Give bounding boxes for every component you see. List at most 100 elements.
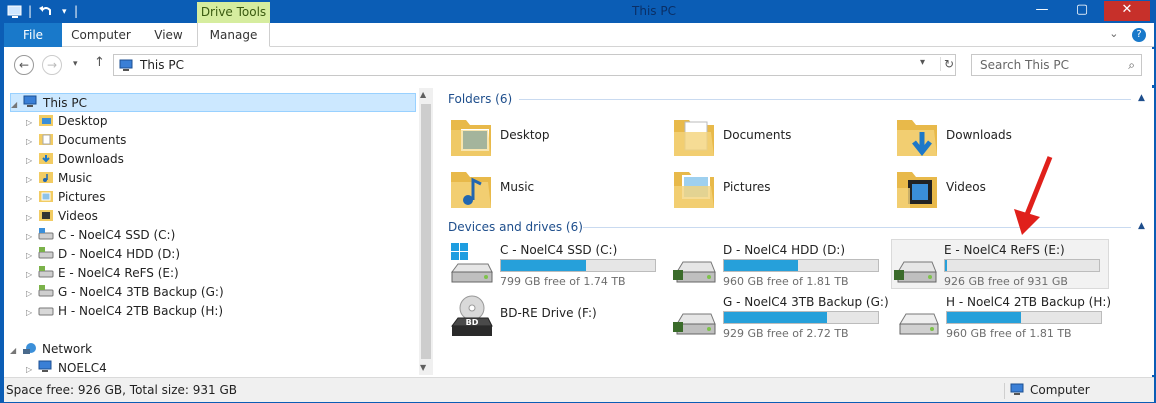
maximize-button[interactable]: ▢ [1062,1,1102,21]
tree-item-pictures[interactable]: ▷ Pictures [26,188,106,207]
tab-file[interactable]: File [4,23,62,47]
drive-name: D - NoelC4 HDD (D:) [723,243,846,257]
tree-item-music[interactable]: ▷ Music [26,169,92,188]
refresh-icon[interactable]: ↻ [940,57,956,71]
tree-item-drive-h[interactable]: ▷ H - NoelC4 2TB Backup (H:) [26,302,223,321]
expand-icon[interactable]: ▷ [26,170,36,189]
drive-g[interactable]: G - NoelC4 3TB Backup (G:) 929 GB free o… [671,292,891,342]
expand-icon[interactable]: ▷ [26,360,36,375]
tree-item-downloads[interactable]: ▷ Downloads [26,150,124,169]
tree-item-label: Downloads [58,152,124,166]
expand-icon[interactable]: ▷ [26,113,36,132]
tree-item-label: Documents [58,133,127,147]
address-dropdown-icon[interactable]: ▾ [920,57,934,68]
group-divider [519,99,1131,100]
expand-ribbon-icon[interactable]: ⌄ [1109,27,1118,40]
close-button[interactable]: ✕ [1104,1,1150,21]
folder-documents[interactable]: Documents [671,112,891,162]
expand-icon[interactable]: ▷ [26,208,36,227]
tree-item-label: Pictures [58,190,106,204]
tree-item-network[interactable]: ◢ Network [10,340,92,359]
address-bar[interactable]: This PC ▾ ↻ [113,54,956,76]
folder-pictures-icon [39,191,53,202]
address-path: This PC [140,58,184,72]
expand-icon[interactable]: ▷ [26,265,36,284]
folders-group-header[interactable]: Folders (6) [448,92,512,110]
status-bar: Space free: 926 GB, Total size: 931 GB C… [4,377,1154,402]
tab-view[interactable]: View [140,23,197,47]
annotation-arrow-icon [1014,156,1053,235]
tree-item-drive-c[interactable]: ▷ C - NoelC4 SSD (C:) [26,226,175,245]
drive-g-icon [673,313,716,335]
forward-button[interactable]: → [42,55,62,75]
drive-d[interactable]: D - NoelC4 HDD (D:) 960 GB free of 1.81 … [671,240,891,290]
drive-usage-fill [945,260,947,271]
expand-icon[interactable]: ▷ [26,284,36,303]
expand-icon[interactable]: ▷ [26,246,36,265]
tree-item-label: Network [42,342,93,356]
collapse-group-icon[interactable]: ▲ [1138,93,1145,103]
drive-c[interactable]: C - NoelC4 SSD (C:) 799 GB free of 1.74 … [448,240,668,290]
collapse-group-icon[interactable]: ▲ [1138,221,1145,231]
expand-icon[interactable]: ▷ [26,227,36,246]
tree-item-documents[interactable]: ▷ Documents [26,131,126,150]
drive-e[interactable]: E - NoelC4 ReFS (E:) 926 GB free of 931 … [891,239,1109,289]
folder-music[interactable]: Music [448,164,668,214]
expand-icon[interactable]: ▷ [26,303,36,322]
expand-icon[interactable]: ▷ [26,151,36,170]
minimize-button[interactable]: — [1024,1,1060,21]
folder-videos-icon [39,210,53,221]
ribbon-tabs: File Computer View Manage ⌄ ? [4,23,1154,47]
drive-icon [38,228,54,240]
devices-group-header[interactable]: Devices and drives (6) [448,220,583,238]
tree-item-drive-g[interactable]: ▷ G - NoelC4 3TB Backup (G:) [26,283,224,302]
tab-manage[interactable]: Manage [197,23,270,47]
bluray-drive-icon: BD [451,295,493,336]
search-box[interactable]: Search This PC ⌕ [971,54,1142,76]
drive-icon [38,266,54,278]
search-icon[interactable]: ⌕ [1128,58,1135,73]
scrollbar-thumb[interactable] [421,104,431,359]
folder-videos-icon [897,172,937,208]
drive-usage-bar [946,311,1102,324]
folder-desktop-icon [39,115,53,126]
folder-pictures-icon [674,172,714,208]
computer-icon [38,360,52,372]
tree-item-drive-e[interactable]: ▷ E - NoelC4 ReFS (E:) [26,264,179,283]
drive-h[interactable]: H - NoelC4 2TB Backup (H:) 960 GB free o… [894,292,1114,342]
drive-f[interactable]: BD BD-RE Drive (F:) [448,292,668,342]
tree-item-label: C - NoelC4 SSD (C:) [58,228,176,242]
tree-item-this-pc[interactable]: ◢ This PC [10,93,416,112]
drive-name: G - NoelC4 3TB Backup (G:) [723,295,889,309]
folder-desktop[interactable]: Desktop [448,112,668,162]
help-icon[interactable]: ? [1132,28,1146,42]
folder-music-icon [451,172,491,208]
search-input[interactable]: Search This PC [980,58,1069,72]
tree-item-desktop[interactable]: ▷ Desktop [26,112,108,131]
expand-icon[interactable]: ▷ [26,132,36,151]
tree-item-noelc4[interactable]: ▷ NOELC4 [26,359,107,375]
computer-icon[interactable] [6,4,24,20]
tab-computer[interactable]: Computer [62,23,140,47]
back-button[interactable]: ← [14,55,34,75]
scroll-down-icon[interactable]: ▼ [420,363,426,372]
folder-label: Videos [946,180,986,194]
scroll-up-icon[interactable]: ▲ [420,90,426,99]
up-arrow-icon[interactable]: ↑ [94,55,105,70]
tree-item-label: H - NoelC4 2TB Backup (H:) [58,304,224,318]
collapse-icon[interactable]: ◢ [10,341,20,360]
customize-toolbar-icon[interactable]: ▾ [62,7,67,23]
drive-icon [38,307,54,316]
collapse-icon[interactable]: ◢ [11,95,21,114]
drive-free-space: 926 GB free of 931 GB [944,275,1068,288]
undo-icon[interactable] [38,4,54,20]
recent-locations-icon[interactable]: ▾ [73,59,78,69]
tree-item-drive-d[interactable]: ▷ D - NoelC4 HDD (D:) [26,245,180,264]
folder-label: Desktop [500,128,550,142]
expand-icon[interactable]: ▷ [26,189,36,208]
tree-scrollbar[interactable]: ▲ ▼ [419,88,433,375]
folder-pictures[interactable]: Pictures [671,164,891,214]
drive-name: H - NoelC4 2TB Backup (H:) [946,295,1112,309]
ribbon-controls: ⌄ ? [1109,27,1146,42]
tree-item-videos[interactable]: ▷ Videos [26,207,98,226]
